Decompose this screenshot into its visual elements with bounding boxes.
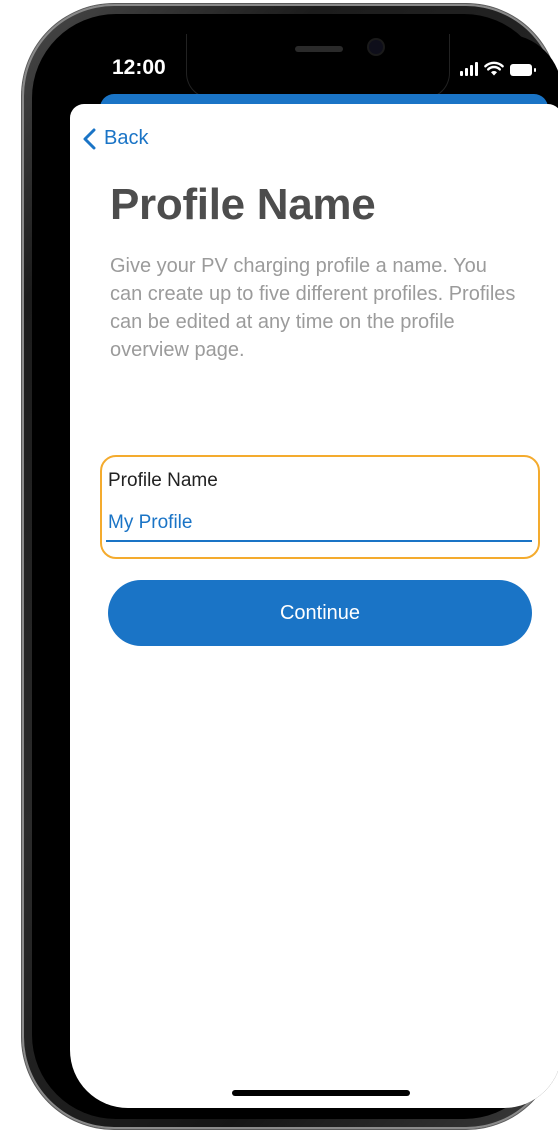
cellular-signal-icon xyxy=(460,62,478,76)
home-indicator xyxy=(232,1090,410,1096)
speaker-grille xyxy=(295,46,343,52)
page-title: Profile Name xyxy=(110,180,376,229)
page-description: Give your PV charging profile a name. Yo… xyxy=(110,255,516,361)
wifi-icon xyxy=(484,61,504,76)
profile-name-input[interactable] xyxy=(106,506,532,542)
front-camera xyxy=(369,40,383,54)
battery-icon xyxy=(510,64,536,76)
chevron-left-icon xyxy=(83,128,96,149)
profile-name-label: Profile Name xyxy=(108,470,218,491)
status-time: 12:00 xyxy=(112,56,166,79)
back-label: Back xyxy=(104,127,149,149)
status-icons xyxy=(460,60,536,76)
back-button[interactable]: Back xyxy=(82,127,148,150)
notch xyxy=(186,34,450,99)
modal-sheet: Back Profile Name Give your PV charging … xyxy=(70,104,558,1108)
continue-button[interactable]: Continue xyxy=(108,580,532,646)
phone-frame: 12:00 Back Profile Name Give your PV cha… xyxy=(22,4,558,1129)
phone-screen: 12:00 Back Profile Name Give your PV cha… xyxy=(70,34,558,1108)
